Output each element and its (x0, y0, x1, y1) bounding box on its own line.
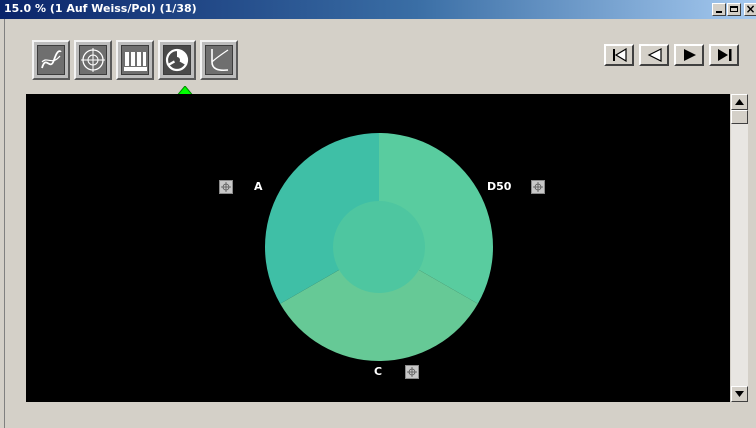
next-button[interactable] (674, 44, 704, 66)
vertical-scrollbar[interactable] (731, 94, 748, 402)
last-button[interactable] (709, 44, 739, 66)
bar-view-button[interactable] (116, 40, 154, 80)
target-view-button[interactable] (74, 40, 112, 80)
next-icon (684, 49, 696, 61)
pie-chart-canvas[interactable]: A D50 C (26, 94, 730, 402)
title-bar: 15.0 % (1 Auf Weiss/Pol) (1/38) × (0, 0, 756, 19)
scroll-thumb[interactable] (731, 110, 748, 124)
bar-columns-icon (124, 52, 147, 71)
scroll-up-button[interactable] (731, 94, 748, 110)
move-handle-icon (407, 367, 417, 377)
close-icon: × (745, 2, 756, 16)
first-icon (613, 48, 627, 62)
maximize-icon (730, 6, 738, 12)
slice-label-c: C (374, 365, 383, 378)
previous-button[interactable] (639, 44, 669, 66)
curve-graph-icon (41, 50, 62, 69)
window-left-edge (0, 19, 5, 428)
u-curve-icon (211, 49, 229, 72)
view-toolbar (32, 40, 250, 80)
scroll-up-icon (735, 99, 744, 105)
maximize-button[interactable] (727, 3, 741, 16)
scroll-down-button[interactable] (731, 386, 748, 402)
move-handle-icon (221, 182, 231, 192)
pie-center-disc (333, 201, 425, 293)
pie-view-button[interactable] (158, 40, 196, 80)
minimize-button[interactable] (712, 3, 726, 16)
window-title: 15.0 % (1 Auf Weiss/Pol) (1/38) (4, 2, 197, 15)
label-c-move-handle[interactable] (405, 365, 419, 379)
label-a-move-handle[interactable] (219, 180, 233, 194)
pie-chart (265, 133, 493, 361)
first-button[interactable] (604, 44, 634, 66)
close-button[interactable]: × (744, 3, 756, 16)
minimize-icon (716, 11, 722, 13)
scroll-down-icon (735, 391, 744, 397)
label-d50-move-handle[interactable] (531, 180, 545, 194)
last-icon (718, 49, 732, 61)
line-graph-view-button[interactable] (32, 40, 70, 80)
slice-label-d50: D50 (487, 180, 512, 193)
slice-label-a: A (254, 180, 263, 193)
crosshair-target-icon (81, 48, 105, 72)
previous-icon (647, 48, 662, 62)
curve-view-button[interactable] (200, 40, 238, 80)
move-handle-icon (533, 182, 543, 192)
pie-chart-icon (165, 48, 189, 72)
